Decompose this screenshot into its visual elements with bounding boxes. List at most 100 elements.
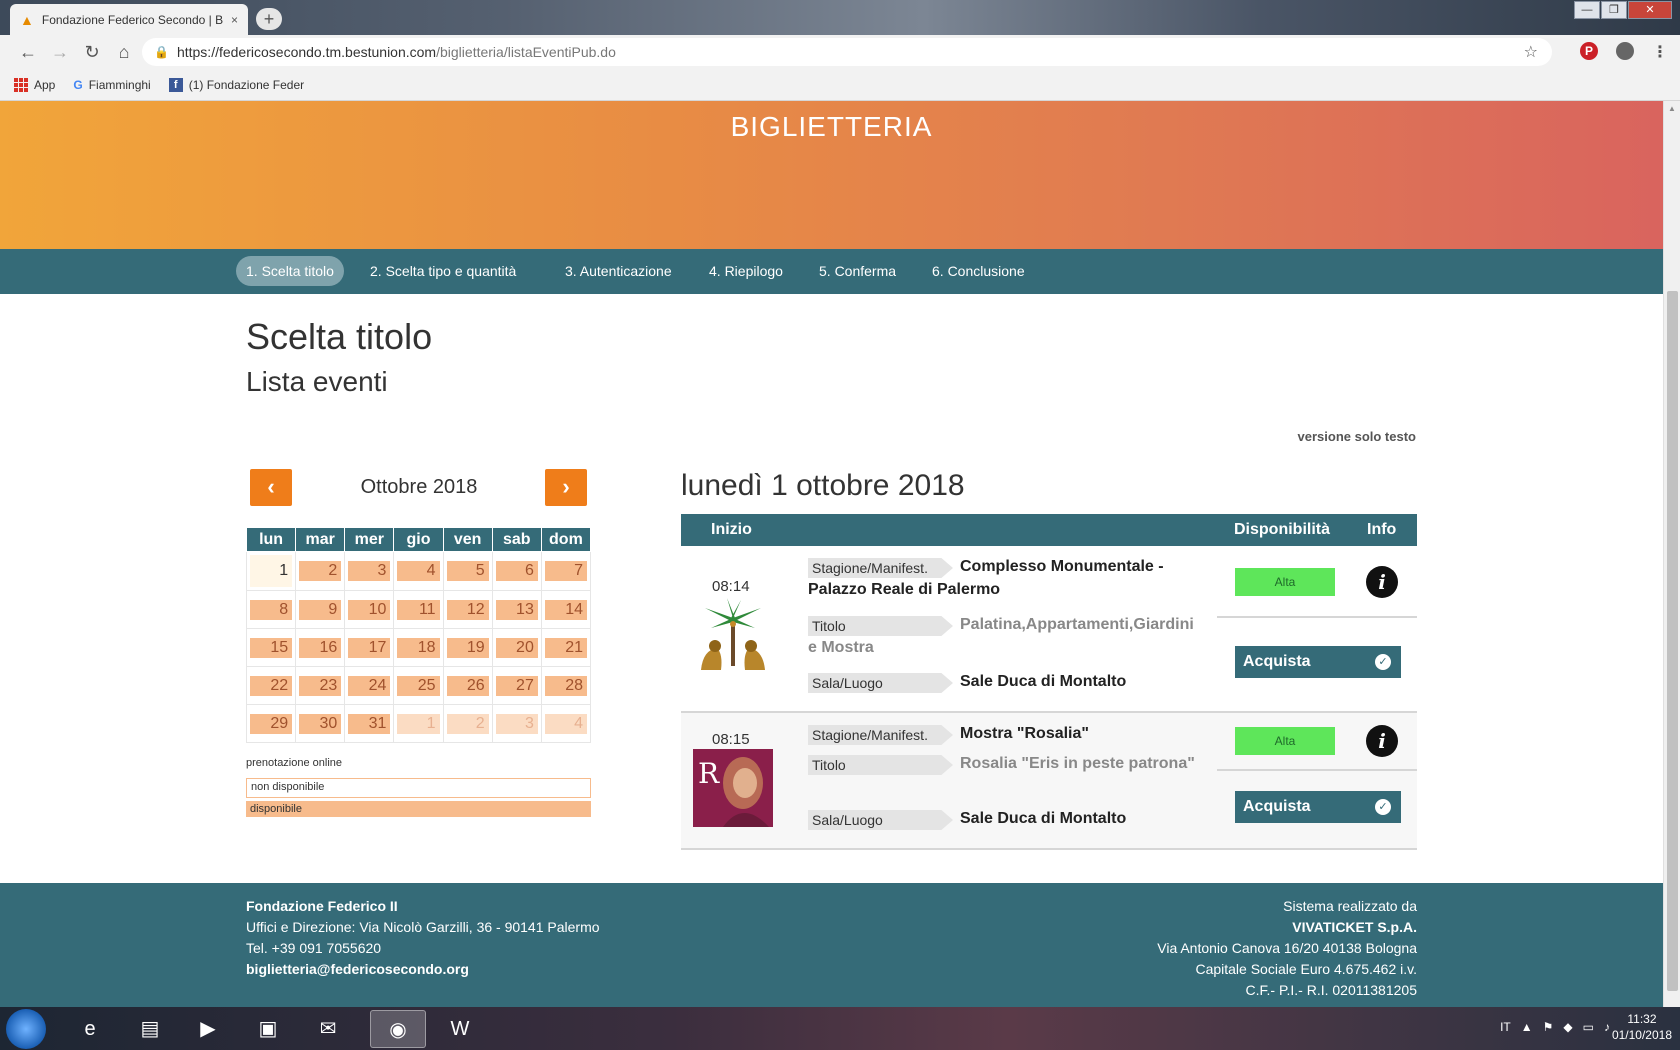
calendar-day[interactable]: 21 [540, 628, 592, 667]
calendar-day[interactable]: 19 [442, 628, 493, 667]
account-icon[interactable] [1616, 42, 1634, 60]
language-indicator[interactable]: IT [1500, 1020, 1511, 1034]
calendar-day[interactable]: 6 [491, 551, 542, 591]
calendar-day[interactable]: 22 [245, 666, 297, 705]
calendar-day-next-month[interactable]: 2 [442, 704, 493, 743]
step-conclusione[interactable]: 6. Conclusione [922, 256, 1035, 286]
bookmark-apps[interactable]: App [14, 77, 55, 92]
forward-arrow-icon[interactable]: → [44, 42, 76, 63]
calendar-day[interactable]: 13 [491, 590, 542, 629]
event-venue: Sale Duca di Montalto [808, 807, 1198, 830]
dropbox-icon[interactable]: ◆ [1563, 1020, 1572, 1034]
footer-email-link[interactable]: biglietteria@federicosecondo.org [246, 959, 600, 980]
calendar-day[interactable]: 9 [295, 590, 346, 629]
browser-tab[interactable]: ▲ Fondazione Federico Secondo | B × [10, 4, 248, 35]
day-number: 7 [544, 561, 587, 581]
reload-icon[interactable]: ↻ [76, 42, 108, 63]
buy-button[interactable]: Acquista ✓ [1235, 646, 1401, 678]
calendar-day[interactable]: 17 [344, 628, 395, 667]
step-riepilogo[interactable]: 4. Riepilogo [699, 256, 793, 286]
event-venue-text: Sale Duca di Montalto [960, 673, 1127, 690]
footer-contact: Fondazione Federico II Uffici e Direzion… [246, 896, 600, 980]
calendar-day[interactable]: 25 [393, 666, 444, 705]
next-month-button[interactable]: › [545, 469, 587, 506]
page-viewport: BIGLIETTERIA 1. Scelta titolo 2. Scelta … [0, 101, 1663, 1007]
internet-explorer-icon[interactable]: e [62, 1010, 118, 1048]
calendar-day[interactable]: 10 [344, 590, 395, 629]
browser-menu-icon[interactable]: ⋮ [1652, 42, 1668, 62]
system-clock[interactable]: 11:32 01/10/2018 [1612, 1011, 1672, 1043]
bookmark-star-icon[interactable]: ☆ [1524, 42, 1538, 62]
calendar-day[interactable]: 28 [540, 666, 592, 705]
step-scelta-titolo[interactable]: 1. Scelta titolo [236, 256, 344, 286]
app-icon[interactable]: ▣ [240, 1010, 296, 1048]
calendar-day[interactable]: 7 [540, 551, 592, 591]
window-close-icon[interactable]: ✕ [1628, 1, 1672, 19]
day-number: 18 [397, 637, 440, 658]
text-version-link[interactable]: versione solo testo [1170, 429, 1416, 444]
word-icon[interactable]: W [432, 1010, 488, 1048]
event-venue: Sale Duca di Montalto [808, 670, 1198, 693]
url-host: https://federicosecondo.tm.bestunion.com [176, 44, 437, 60]
scroll-thumb[interactable] [1667, 291, 1678, 991]
bookmark-fondazione[interactable]: f (1) Fondazione Feder [168, 77, 304, 92]
volume-icon[interactable]: ♪ [1604, 1020, 1610, 1034]
event-time: 08:14 [712, 578, 750, 595]
calendar-day[interactable]: 3 [344, 551, 395, 591]
calendar-day[interactable]: 12 [442, 590, 493, 629]
calendar-day[interactable]: 20 [491, 628, 542, 667]
page-scrollbar[interactable]: ▲ [1663, 101, 1680, 1007]
network-icon[interactable]: ▭ [1583, 1020, 1594, 1034]
calendar-day-selected[interactable]: 1 [245, 551, 297, 591]
pinterest-icon[interactable]: P [1580, 42, 1598, 60]
calendar-day[interactable]: 24 [344, 666, 395, 705]
media-player-icon[interactable]: ▶ [180, 1010, 236, 1048]
prev-month-button[interactable]: ‹ [250, 469, 292, 506]
tray-expand-icon[interactable]: ▲ [1521, 1020, 1533, 1034]
calendar-day[interactable]: 15 [245, 628, 297, 667]
calendar-day[interactable]: 11 [393, 590, 444, 629]
step-autenticazione[interactable]: 3. Autenticazione [555, 256, 682, 286]
calendar-day[interactable]: 23 [295, 666, 346, 705]
calendar-day[interactable]: 4 [393, 551, 444, 591]
restore-icon[interactable]: ❐ [1601, 1, 1627, 19]
calendar-week: 1 2 3 4 5 6 7 [245, 551, 592, 591]
buy-button[interactable]: Acquista ✓ [1235, 791, 1401, 823]
flag-icon[interactable]: ⚑ [1543, 1020, 1554, 1034]
day-number: 15 [250, 637, 293, 658]
calendar-day-next-month[interactable]: 1 [393, 704, 444, 743]
calendar-day[interactable]: 26 [442, 666, 493, 705]
back-arrow-icon[interactable]: ← [12, 42, 44, 63]
calendar-day-next-month[interactable]: 4 [540, 704, 592, 743]
day-number: 10 [348, 599, 391, 620]
info-icon[interactable]: i [1366, 566, 1398, 598]
calendar-day[interactable]: 5 [442, 551, 493, 591]
calendar-day[interactable]: 27 [491, 666, 542, 705]
minimize-icon[interactable]: — [1574, 1, 1600, 19]
calendar-day[interactable]: 31 [344, 704, 395, 743]
info-icon[interactable]: i [1366, 725, 1398, 757]
calendar-day[interactable]: 16 [295, 628, 346, 667]
mail-icon[interactable]: ✉ [300, 1010, 356, 1048]
step-conferma[interactable]: 5. Conferma [809, 256, 906, 286]
bookmark-fiamminghi[interactable]: G Fiamminghi [73, 78, 150, 92]
step-scelta-tipo[interactable]: 2. Scelta tipo e quantità [360, 256, 526, 286]
home-icon[interactable]: ⌂ [108, 42, 140, 63]
chrome-icon[interactable]: ◉ [370, 1010, 426, 1048]
calendar-day[interactable]: 18 [393, 628, 444, 667]
new-tab-button[interactable]: + [256, 8, 282, 30]
calendar-day[interactable]: 30 [295, 704, 346, 743]
calendar-day[interactable]: 29 [245, 704, 297, 743]
weekday: sab [491, 527, 542, 552]
calendar-day[interactable]: 8 [245, 590, 297, 629]
calendar-day[interactable]: 2 [295, 551, 346, 591]
start-button[interactable] [6, 1009, 46, 1049]
tab-close-icon[interactable]: × [231, 13, 238, 27]
calendar-day[interactable]: 14 [540, 590, 592, 629]
scroll-up-icon[interactable]: ▲ [1664, 101, 1680, 117]
file-explorer-icon[interactable]: ▤ [122, 1010, 178, 1048]
url-field[interactable]: 🔒 https://federicosecondo.tm.bestunion.c… [142, 38, 1552, 66]
day-number: 16 [299, 637, 342, 658]
day-number: 17 [348, 637, 391, 658]
calendar-day-next-month[interactable]: 3 [491, 704, 542, 743]
